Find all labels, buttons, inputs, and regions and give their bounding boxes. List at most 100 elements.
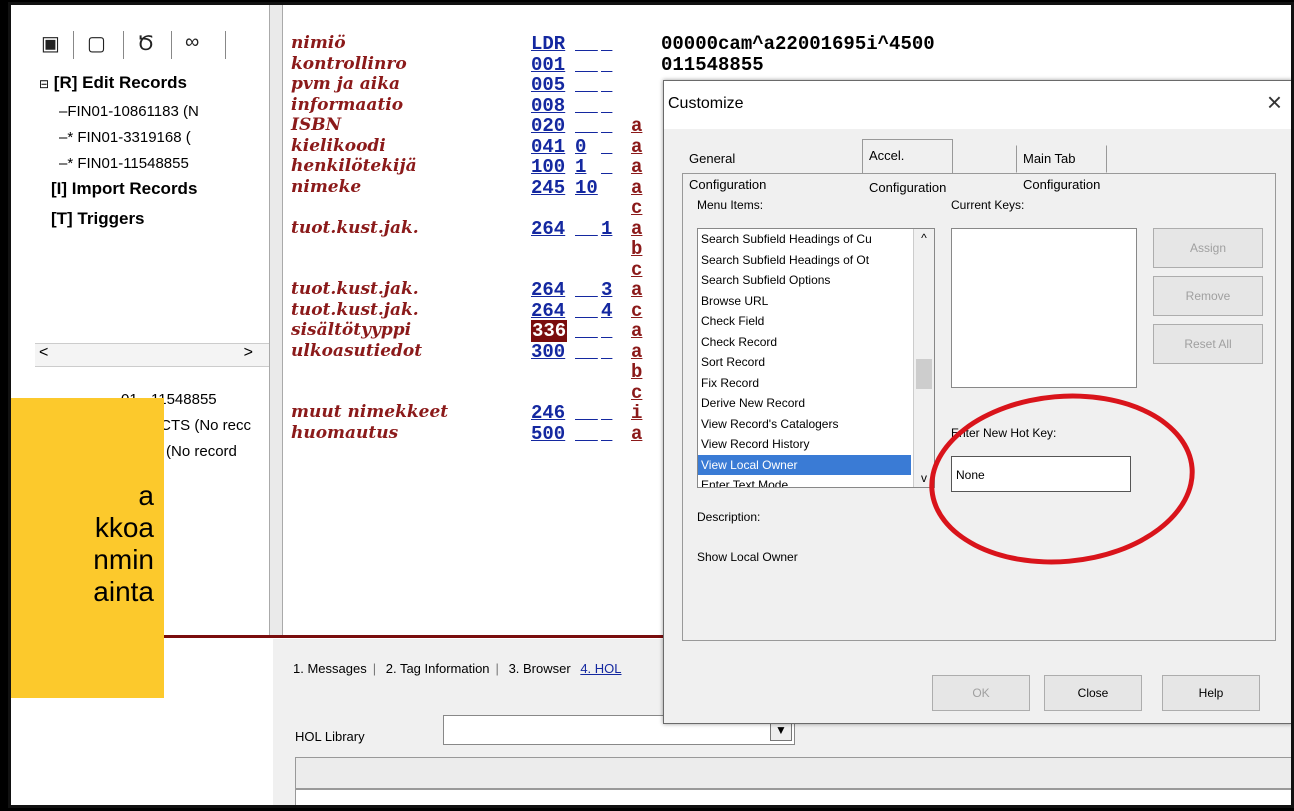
subfield-code[interactable]: a	[631, 423, 642, 445]
subfield-code[interactable]: b	[631, 361, 642, 383]
field-tag[interactable]: 001	[531, 54, 565, 76]
binoculars-icon[interactable]: ∞	[185, 31, 199, 54]
indicator-1[interactable]	[575, 300, 598, 322]
subfield-code[interactable]: c	[631, 300, 642, 322]
subfield-code[interactable]: a	[631, 218, 642, 240]
indicator-1[interactable]: 0	[575, 136, 586, 158]
menu-list-item[interactable]: View Local Owner	[698, 454, 911, 475]
field-tag[interactable]: 264	[531, 279, 565, 301]
indicator-2[interactable]	[601, 341, 612, 363]
subfield-code[interactable]: a	[631, 156, 642, 178]
subfield-code[interactable]: a	[631, 177, 642, 199]
scroll-thumb[interactable]	[916, 359, 932, 389]
tab-tag-information[interactable]: 2. Tag Information	[386, 661, 490, 676]
indicator-2[interactable]	[601, 320, 612, 342]
indicator-1[interactable]	[575, 279, 598, 301]
indicator-1[interactable]	[575, 341, 598, 363]
close-button[interactable]: Close	[1044, 675, 1142, 711]
subfield-code[interactable]: a	[631, 136, 642, 158]
tree-item-record[interactable]: –* FIN01-3319168 (	[59, 129, 191, 146]
subfield-code[interactable]: a	[631, 341, 642, 363]
tab-browser[interactable]: 3. Browser	[509, 661, 571, 676]
subfield-code[interactable]: a	[631, 320, 642, 342]
field-tag[interactable]: 020	[531, 115, 565, 137]
indicator-1[interactable]: 1	[575, 156, 586, 178]
menu-list-item[interactable]: Search Subfield Headings of Cu	[698, 229, 911, 250]
indicator-1[interactable]	[575, 74, 598, 96]
indicator-1[interactable]	[575, 402, 598, 424]
menu-list-item[interactable]: Fix Record	[698, 373, 911, 394]
tree-node-import-records[interactable]: [I] Import Records	[51, 179, 197, 199]
record-icon[interactable]: ▣	[41, 31, 60, 56]
tree-item-record[interactable]: –FIN01-10861183 (N	[59, 103, 199, 120]
subfield-code[interactable]: i	[631, 402, 642, 424]
indicator-2[interactable]	[601, 423, 612, 445]
indicator-2[interactable]	[601, 33, 612, 55]
tools-icon[interactable]: Ծ	[137, 31, 154, 56]
tab-accel-configuration[interactable]: Accel. Configuration	[862, 139, 954, 195]
field-tag[interactable]: 100	[531, 156, 565, 178]
indicator-2[interactable]	[601, 95, 612, 117]
menu-list-item[interactable]: View Record History	[698, 434, 911, 455]
indicator-1[interactable]	[575, 33, 598, 55]
indicator-1[interactable]	[575, 95, 598, 117]
subfield-code[interactable]: c	[631, 259, 642, 281]
tree-node-edit-records[interactable]: ⊟ [R] Edit Records	[39, 73, 187, 93]
field-tag[interactable]: LDR	[531, 33, 565, 55]
menu-list-item[interactable]: Browse URL	[698, 291, 911, 312]
document-icon[interactable]: ▢	[87, 31, 106, 56]
indicator-1[interactable]	[575, 320, 598, 342]
field-tag[interactable]: 245	[531, 177, 565, 199]
menu-list-item[interactable]: Sort Record	[698, 352, 911, 373]
indicator-1[interactable]	[575, 54, 598, 76]
indicator-2[interactable]	[601, 136, 612, 158]
subfield-code[interactable]: c	[631, 382, 642, 404]
indicator-2[interactable]: 3	[601, 279, 612, 301]
scroll-left-icon[interactable]: <	[39, 344, 48, 362]
menu-list-item[interactable]: Derive New Record	[698, 393, 911, 414]
indicator-2[interactable]: 1	[601, 218, 612, 240]
field-tag[interactable]: 264	[531, 218, 565, 240]
menu-list-item[interactable]: Enter Text Mode	[698, 475, 911, 487]
indicator-2[interactable]	[601, 115, 612, 137]
subfield-code[interactable]: a	[631, 279, 642, 301]
indicator-1[interactable]: 10	[575, 177, 598, 199]
field-tag[interactable]: 246	[531, 402, 565, 424]
field-tag[interactable]: 336	[531, 320, 568, 342]
tab-general-configuration[interactable]: General Configuration	[682, 145, 773, 192]
indicator-2[interactable]: 4	[601, 300, 612, 322]
menu-list-item[interactable]: Check Record	[698, 332, 911, 353]
reset-all-button[interactable]: Reset All	[1153, 324, 1263, 364]
scroll-up-icon[interactable]: ^	[914, 231, 934, 245]
field-tag[interactable]: 005	[531, 74, 565, 96]
subfield-code[interactable]: c	[631, 197, 642, 219]
indicator-1[interactable]	[575, 115, 598, 137]
menu-list-item[interactable]: Search Subfield Headings of Ot	[698, 250, 911, 271]
help-button[interactable]: Help	[1162, 675, 1260, 711]
indicator-2[interactable]	[601, 74, 612, 96]
indicator-1[interactable]	[575, 218, 598, 240]
menu-list-item[interactable]: View Record's Catalogers	[698, 414, 911, 435]
scroll-right-icon[interactable]: >	[244, 344, 253, 362]
indicator-2[interactable]	[601, 54, 612, 76]
field-value[interactable]: 011548855	[661, 54, 764, 76]
field-tag[interactable]: 300	[531, 341, 565, 363]
field-tag[interactable]: 041	[531, 136, 565, 158]
menu-list-item[interactable]: Search Subfield Options	[698, 270, 911, 291]
indicator-2[interactable]	[601, 156, 612, 178]
tree-horizontal-scrollbar[interactable]: < >	[35, 343, 273, 367]
subfield-code[interactable]: b	[631, 238, 642, 260]
field-tag[interactable]: 008	[531, 95, 565, 117]
menu-items-list[interactable]: ^ v Search Subfield Headings of Cu Search…	[697, 228, 935, 488]
field-value[interactable]: 00000cam^a22001695i^4500	[661, 33, 935, 55]
field-tag[interactable]: 500	[531, 423, 565, 445]
collapse-icon[interactable]: ⊟	[39, 77, 49, 91]
ok-button[interactable]: OK	[932, 675, 1030, 711]
tab-hol[interactable]: 4. HOL	[580, 661, 621, 676]
list-scrollbar[interactable]: ^ v	[913, 229, 934, 487]
tab-main-tab-configuration[interactable]: Main Tab Configuration	[1016, 145, 1108, 192]
tab-messages[interactable]: 1. Messages	[293, 661, 367, 676]
close-icon[interactable]: ×	[1267, 87, 1282, 118]
subfield-code[interactable]: a	[631, 115, 642, 137]
remove-button[interactable]: Remove	[1153, 276, 1263, 316]
